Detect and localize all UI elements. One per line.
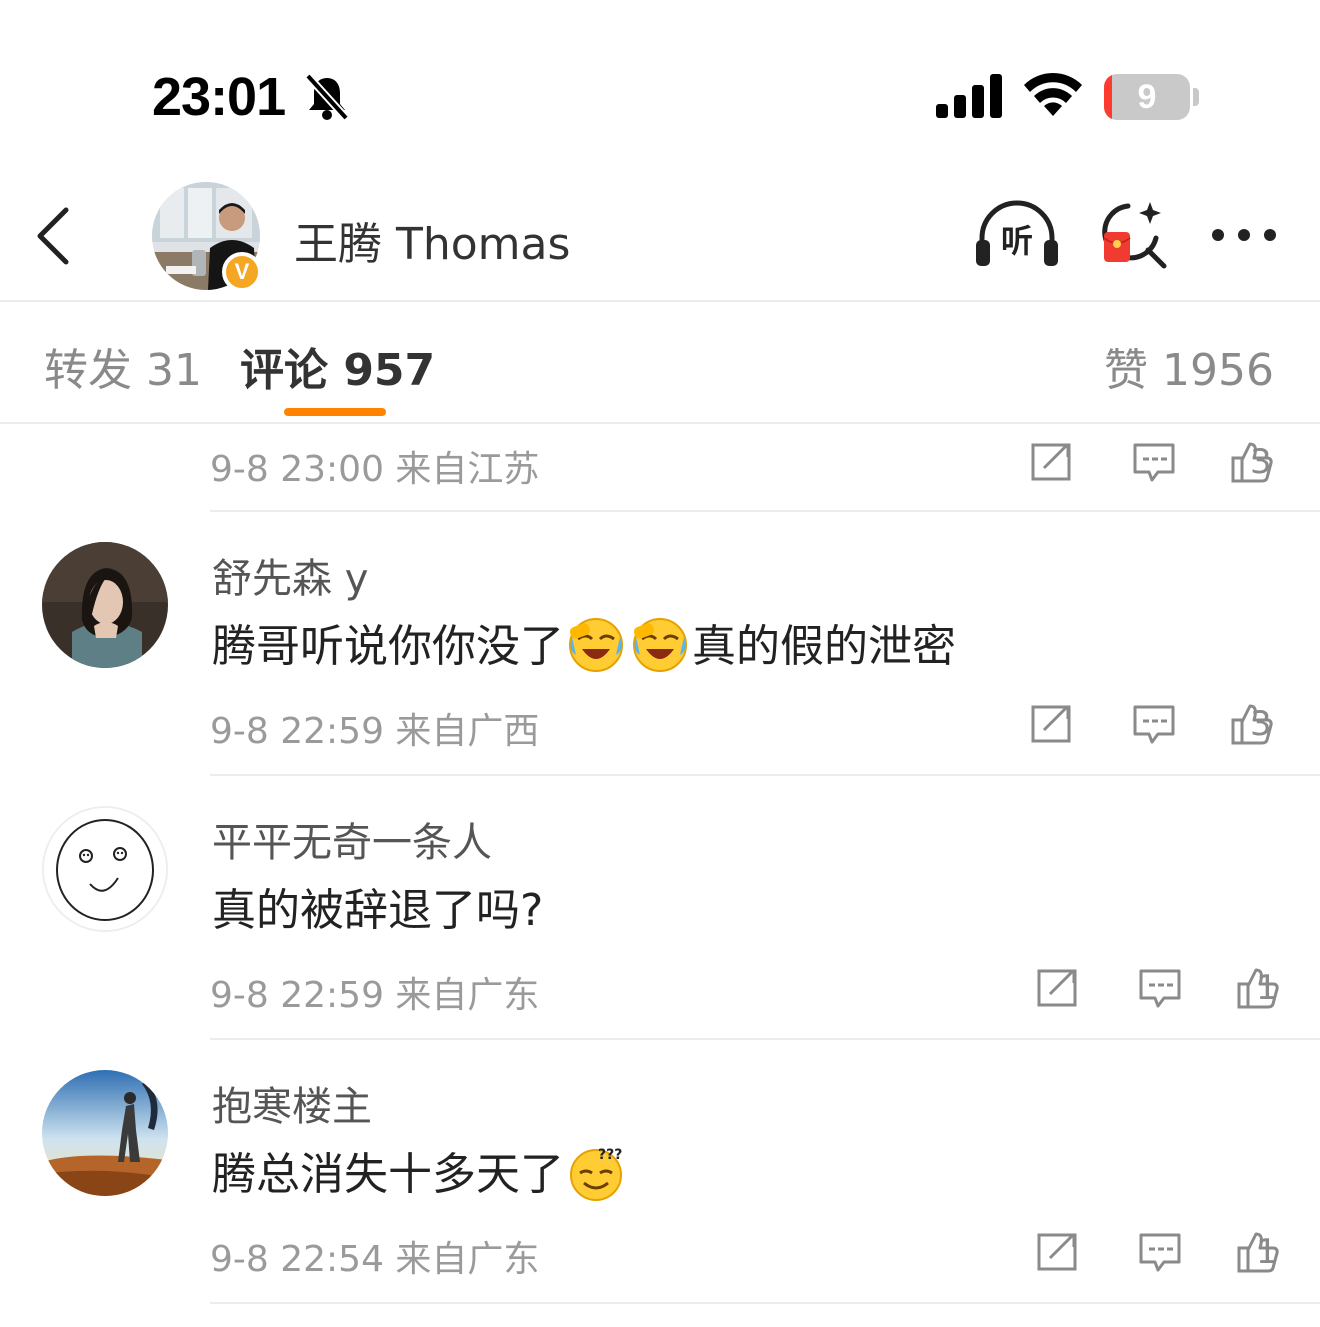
comment-item: 抱寒楼主 腾总消失十多天了??? 9-8 22:54 来自广东 1 bbox=[0, 1040, 1320, 1327]
commenter-name[interactable]: 舒先森 y bbox=[212, 546, 368, 604]
comment-item: 平平无奇一条人 真的被辞退了吗? 9-8 22:59 来自广东 1 bbox=[0, 776, 1320, 1040]
comment-actions: 3 bbox=[980, 702, 1280, 752]
tab-comments[interactable]: 评论 957 bbox=[240, 334, 435, 398]
crying-laughing-emoji-icon bbox=[569, 618, 623, 672]
comment-partial: 9-8 23:00 来自江苏 3 bbox=[0, 426, 1320, 512]
comment-actions: 1 bbox=[980, 1230, 1280, 1280]
battery-tip bbox=[1193, 88, 1199, 106]
comment-text-part: 腾哥听说你你没了 bbox=[212, 621, 564, 672]
back-icon[interactable] bbox=[30, 204, 80, 268]
comment-meta: 9-8 22:54 来自广东 bbox=[210, 1239, 540, 1280]
cellular-signal-icon bbox=[936, 74, 1002, 118]
verified-badge-icon: V bbox=[222, 252, 262, 292]
reply-icon[interactable] bbox=[1138, 966, 1182, 1010]
listen-label: 听 bbox=[1001, 222, 1033, 260]
comment-item: 舒先森 y 腾哥听说你你没了 真的假的泄密 9-8 22:59 来自广西 3 bbox=[0, 512, 1320, 776]
comment-text-part: 真的被辞退了吗? bbox=[212, 885, 544, 936]
comment-actions: 3 bbox=[980, 440, 1280, 490]
repost-icon[interactable] bbox=[1030, 440, 1074, 484]
comment-meta: 9-8 22:59 来自广东 bbox=[210, 975, 540, 1016]
post-header: V 王腾 Thomas 听 bbox=[0, 170, 1320, 302]
commenter-name[interactable]: 平平无奇一条人 bbox=[212, 810, 492, 868]
reply-icon[interactable] bbox=[1138, 1230, 1182, 1274]
status-time: 23:01 bbox=[152, 67, 286, 127]
comment-text: 真的被辞退了吗? bbox=[212, 874, 543, 938]
confused-question-emoji-icon: ??? bbox=[570, 1147, 622, 1201]
tab-bar: 转发 31 评论 957 赞 1956 bbox=[0, 302, 1320, 424]
like-count: 1 bbox=[1256, 1232, 1278, 1272]
reply-icon[interactable] bbox=[1132, 702, 1176, 746]
commenter-avatar[interactable] bbox=[42, 806, 168, 932]
red-packet-search-icon[interactable] bbox=[1098, 198, 1170, 270]
comment-text-part: 腾总消失十多天了 bbox=[212, 1149, 564, 1200]
tab-likes[interactable]: 赞 1956 bbox=[1104, 334, 1274, 398]
battery-level-text: 9 bbox=[1137, 78, 1157, 116]
commenter-avatar[interactable] bbox=[42, 542, 168, 668]
repost-icon[interactable] bbox=[1036, 1230, 1080, 1274]
comment-text-part: 真的假的泄密 bbox=[692, 621, 956, 672]
repost-icon[interactable] bbox=[1036, 966, 1080, 1010]
like-count: 1 bbox=[1256, 968, 1278, 1008]
active-tab-indicator bbox=[284, 408, 386, 416]
reply-icon[interactable] bbox=[1132, 440, 1176, 484]
commenter-name[interactable]: 抱寒楼主 bbox=[212, 1074, 372, 1132]
like-count: 3 bbox=[1250, 442, 1272, 482]
battery-body: 9 bbox=[1104, 74, 1190, 120]
silent-bell-icon bbox=[305, 73, 349, 121]
status-bar: 23:01 9 bbox=[0, 0, 1320, 190]
comment-text: 腾总消失十多天了??? bbox=[212, 1138, 628, 1202]
tab-repost[interactable]: 转发 31 bbox=[44, 334, 202, 398]
wifi-icon bbox=[1024, 72, 1082, 116]
svg-text:???: ??? bbox=[598, 1147, 622, 1163]
like-count: 3 bbox=[1250, 704, 1272, 744]
comment-meta: 9-8 23:00 来自江苏 bbox=[210, 449, 540, 490]
more-icon[interactable] bbox=[1208, 220, 1280, 250]
headphones-icon[interactable]: 听 bbox=[974, 198, 1060, 270]
battery-indicator: 9 bbox=[1104, 74, 1200, 120]
comment-divider bbox=[210, 1302, 1320, 1304]
comment-text: 腾哥听说你你没了 真的假的泄密 bbox=[212, 610, 956, 674]
commenter-avatar[interactable] bbox=[42, 1070, 168, 1196]
crying-laughing-emoji-icon bbox=[633, 618, 687, 672]
comment-actions: 1 bbox=[980, 966, 1280, 1016]
repost-icon[interactable] bbox=[1030, 702, 1074, 746]
author-name[interactable]: 王腾 Thomas bbox=[294, 208, 570, 272]
comment-meta: 9-8 22:59 来自广西 bbox=[210, 711, 540, 752]
